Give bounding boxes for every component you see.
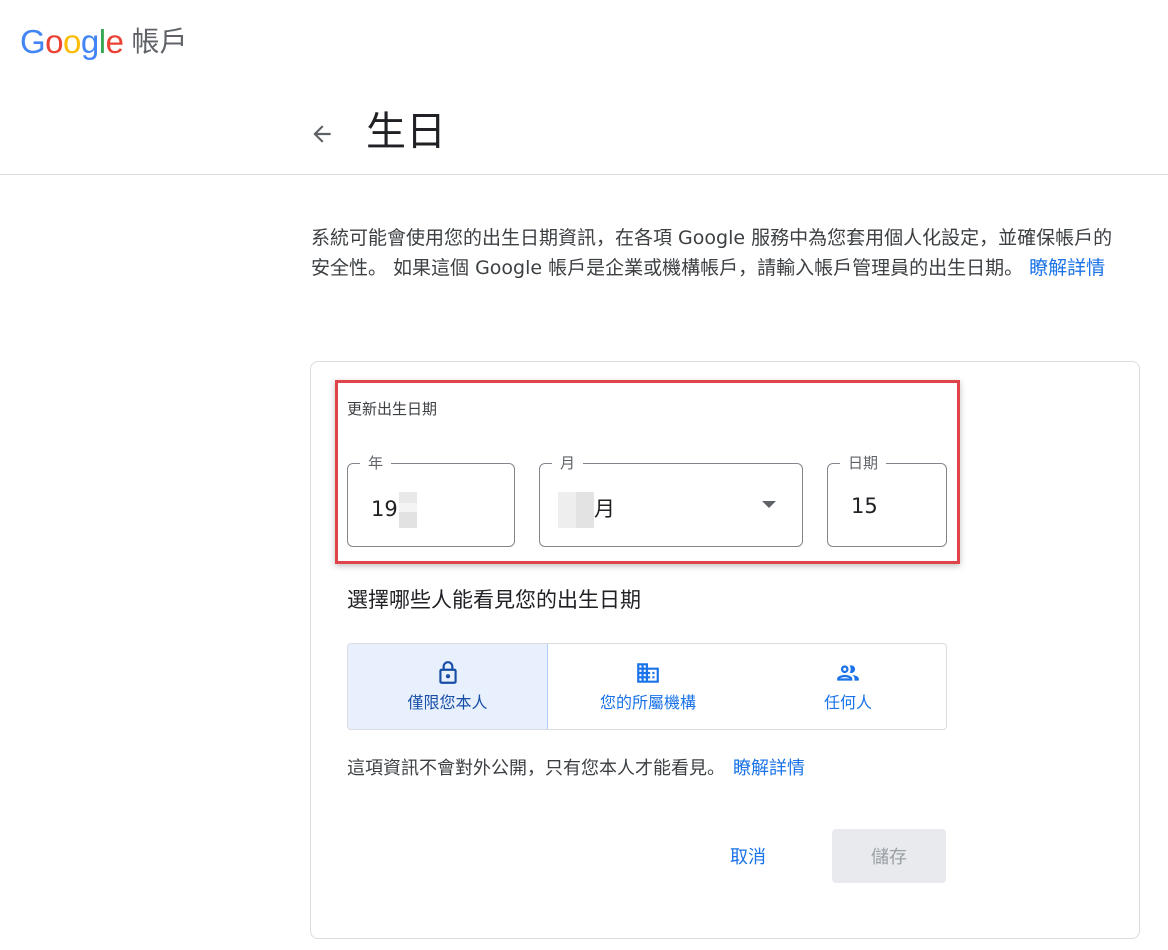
month-field-label: 月 [552,453,584,473]
redacted-month [558,492,594,528]
logo-letter: o [45,23,64,60]
visibility-option-organization[interactable]: 您的所屬機構 [548,644,748,729]
visibility-option-label: 您的所屬機構 [599,692,696,712]
intro-text: 系統可能會使用您的出生日期資訊，在各項 Google 服務中為您套用個人化設定，… [311,223,1131,283]
day-value: 15 [851,494,878,518]
save-button[interactable]: 儲存 [832,829,946,883]
update-birthday-label: 更新出生日期 [347,400,438,418]
visibility-option-anyone[interactable]: 任何人 [748,644,946,729]
day-field-label: 日期 [840,453,887,473]
google-account-logo[interactable]: Google 帳戶 [20,22,187,62]
arrow-left-icon [313,125,331,143]
page-title: 生日 [366,109,446,155]
month-suffix: 月 [594,497,615,521]
visibility-option-label: 僅限您本人 [407,692,488,712]
google-logo: Google [20,22,124,62]
visibility-heading: 選擇哪些人能看見您的出生日期 [347,588,641,612]
dropdown-arrow-icon [762,501,776,508]
privacy-learn-more-link[interactable]: 瞭解詳情 [733,758,805,779]
building-icon [637,662,659,683]
intro-body: 系統可能會使用您的出生日期資訊，在各項 Google 服務中為您套用個人化設定，… [311,227,1113,279]
page-header: 生日 [0,90,1168,175]
year-field[interactable]: 年 19 [347,453,515,547]
redacted-digits [398,492,417,528]
logo-letter: g [80,23,99,60]
month-value: 月 [558,492,615,528]
year-field-label: 年 [360,453,392,473]
day-field[interactable]: 日期 15 [827,453,947,547]
logo-letter: G [20,23,46,60]
visibility-option-label: 任何人 [823,692,872,712]
logo-letter: e [105,23,124,60]
people-icon [837,664,859,681]
lock-icon [438,660,457,684]
top-bar: Google 帳戶 [0,0,1168,90]
logo-letter: l [98,23,106,60]
logo-letter: o [63,23,81,60]
product-name: 帳戶 [131,25,188,58]
month-select[interactable]: 月 月 [539,453,803,547]
back-button[interactable] [300,112,344,156]
visibility-option-only-you[interactable]: 僅限您本人 [348,644,548,729]
visibility-selector: 僅限您本人 您的所屬機構 任何人 [347,643,947,730]
privacy-note-text: 這項資訊不會對外公開，只有您本人才能看見。 [347,758,725,779]
year-value: 19 [371,492,417,528]
privacy-note: 這項資訊不會對外公開，只有您本人才能看見。 瞭解詳情 [347,756,805,782]
learn-more-link[interactable]: 瞭解詳情 [1029,257,1105,279]
cancel-button[interactable]: 取消 [708,830,788,882]
year-visible-digits: 19 [371,497,398,521]
